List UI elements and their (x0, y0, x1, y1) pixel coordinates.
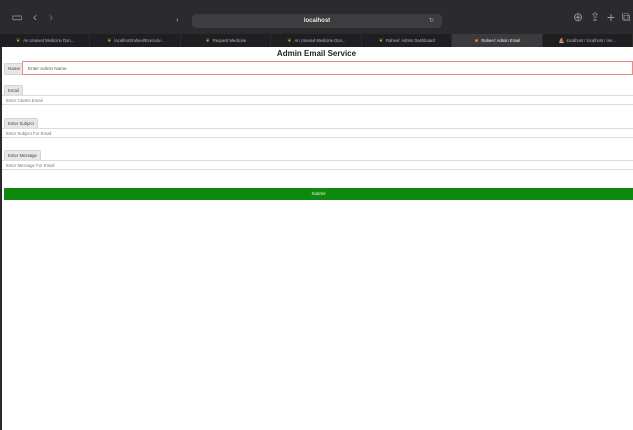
address-bar[interactable]: localhost ↻ (192, 14, 442, 28)
tab-active[interactable]: ■ Raheel: Admin Email (452, 34, 543, 47)
reload-icon[interactable]: ↻ (429, 14, 434, 28)
leaf-icon: ❦ (107, 38, 112, 44)
client-email-input[interactable] (0, 95, 633, 105)
name-label: Name (4, 63, 25, 75)
square-icon: ■ (474, 38, 478, 44)
browser-window: ▭ ‹ › ◐ localhost ↻ ⊕ ⇪ + ⧉ ❦ An Unused M… (0, 0, 633, 430)
tab-label: localhost / localhost / me... (566, 38, 616, 43)
share-icon[interactable]: ⇪ (589, 10, 601, 24)
tab-label: Request Medicine (212, 38, 247, 43)
leaf-icon: ❦ (378, 38, 384, 44)
tab[interactable]: ❦ An Unused Medicine Don... (271, 34, 362, 47)
tabs-overview-icon[interactable]: ⧉ (620, 10, 632, 24)
tab[interactable]: ❦ localhost/raheel/Executiv... (90, 34, 181, 47)
page-content: Admin Email Service Name Email Enter Sub… (0, 47, 633, 430)
admin-name-input[interactable] (22, 61, 633, 75)
chevron-left-icon[interactable]: ‹ (30, 10, 40, 24)
tab[interactable]: ❦ Request Medicine (181, 34, 272, 47)
sidebar-icon[interactable]: ▭ (10, 10, 24, 24)
phpmyadmin-icon: ⛵ (558, 38, 565, 44)
tab-label: localhost/raheel/Executiv... (114, 38, 164, 43)
message-input[interactable] (0, 160, 633, 170)
chevron-right-icon[interactable]: › (46, 10, 56, 24)
page-title: Admin Email Service (276, 49, 357, 58)
tab-label: An Unused Medicine Don... (294, 38, 346, 43)
browser-toolbar: ▭ ‹ › ◐ localhost ↻ ⊕ ⇪ + ⧉ (0, 0, 633, 34)
subject-input[interactable] (0, 128, 633, 138)
tab-bar: ❦ An Unused Medicine Don... ❦ localhost/ra… (0, 34, 633, 47)
tab-label: An Unused Medicine Don... (23, 38, 75, 43)
submit-button[interactable]: Submit (4, 188, 633, 200)
plus-icon[interactable]: + (605, 10, 617, 24)
tab-label: Raheel: Admin Email (481, 38, 521, 43)
tab[interactable]: ❦ Raheel: Admin Dashboard (362, 34, 453, 47)
address-text: localhost (303, 18, 331, 24)
tab[interactable]: ⛵ localhost / localhost / me... (543, 34, 633, 47)
shield-icon: ◐ (176, 17, 181, 24)
window-edge (0, 47, 2, 430)
tab-label: Raheel: Admin Dashboard (385, 38, 435, 43)
tab[interactable]: ❦ An Unused Medicine Don... (0, 34, 91, 47)
download-icon[interactable]: ⊕ (572, 10, 584, 24)
name-row: Name (4, 61, 633, 75)
leaf-icon: ❦ (287, 38, 292, 44)
leaf-icon: ❦ (16, 38, 21, 44)
leaf-icon: ❦ (205, 38, 210, 44)
